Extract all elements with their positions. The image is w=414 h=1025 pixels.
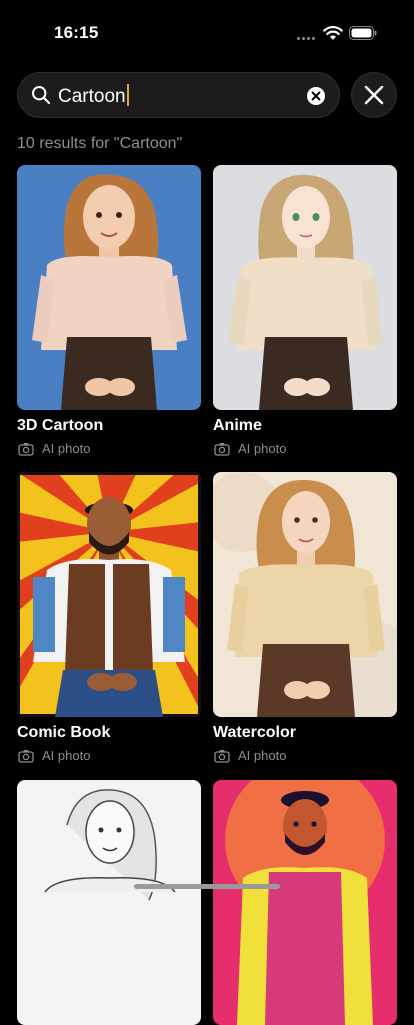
signal-dots-icon [297, 37, 317, 41]
style-card-3d-cartoon[interactable]: 3D Cartoon AI photo [17, 165, 201, 456]
camera-icon [18, 443, 34, 456]
style-card-watercolor[interactable]: Watercolor AI photo [213, 472, 397, 763]
card-title: Watercolor [213, 724, 296, 741]
camera-icon [214, 443, 230, 456]
status-time: 16:15 [54, 23, 99, 42]
search-query: Cartoon [58, 86, 126, 107]
card-title: Comic Book [17, 724, 111, 741]
card-meta-label: AI photo [42, 748, 91, 763]
card-title: 3D Cartoon [17, 417, 104, 434]
card-title: Anime [213, 417, 262, 434]
style-card-anime[interactable]: Anime AI photo [213, 165, 397, 456]
search-icon [32, 86, 51, 105]
wifi-icon [323, 26, 343, 40]
thumbnail-comic-book [17, 472, 201, 717]
home-indicator[interactable] [134, 884, 280, 889]
thumbnail-3d-cartoon [17, 165, 201, 410]
camera-icon [18, 750, 34, 763]
card-meta-label: AI photo [238, 748, 287, 763]
text-caret [126, 84, 129, 106]
thumbnail-pop-art [213, 780, 397, 1025]
thumbnail-watercolor [213, 472, 397, 717]
style-card-comic-book[interactable]: Comic Book AI photo [17, 472, 201, 763]
search-input[interactable]: Cartoon [58, 84, 129, 108]
search-field[interactable]: Cartoon [17, 72, 340, 118]
close-search-button[interactable] [351, 72, 397, 118]
card-meta-label: AI photo [42, 441, 91, 456]
results-count: 10 results for "Cartoon" [17, 135, 183, 152]
thumbnail-sketch [17, 780, 201, 1025]
close-icon [364, 85, 384, 105]
thumbnail-anime [213, 165, 397, 410]
style-card-sketch[interactable] [17, 780, 201, 1025]
clear-search-icon[interactable] [306, 86, 326, 106]
style-card-pop-art[interactable] [213, 780, 397, 1025]
battery-icon [349, 26, 377, 40]
camera-icon [214, 750, 230, 763]
card-meta-label: AI photo [238, 441, 287, 456]
status-bar: 16:15 [0, 0, 414, 64]
